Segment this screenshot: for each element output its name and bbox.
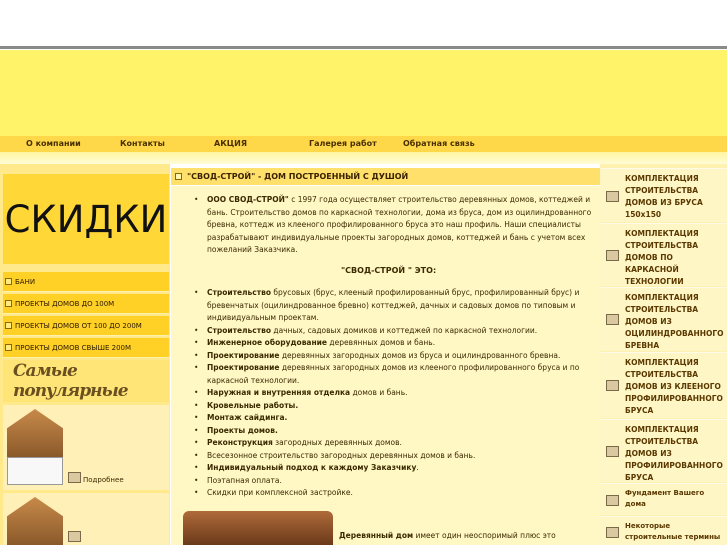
sidebar-item-beam-150[interactable]: КОМПЛЕКТАЦИЯ СТРОИТЕЛЬСТВА ДОМОВ ИЗ БРУС… (600, 168, 727, 222)
header-divider (0, 46, 727, 49)
list-item: Строительство брусовых (брус, клееный пр… (194, 287, 597, 325)
list-item: Скидки при комплексной застройке. (194, 487, 597, 500)
list-item: Проектирование деревянных загородных дом… (194, 362, 597, 387)
document-icon[interactable] (68, 472, 81, 483)
document-icon (606, 495, 619, 506)
nav-stripe (0, 152, 727, 164)
bottom-paragraph: Деревянный дом имеет один неоспоримый пл… (339, 531, 556, 540)
document-icon (606, 380, 619, 391)
list-item: Строительство дачных, садовых домиков и … (194, 325, 597, 338)
document-icon (606, 191, 619, 202)
sidebar-item-label: ПРОЕКТЫ ДОМОВ ДО 100М (15, 299, 115, 308)
list-item: Индивидуальный подход к каждому Заказчик… (194, 462, 597, 475)
main-content: • ООО СВОД-СТРОЙ" с 1997 года осуществля… (171, 186, 600, 545)
sidebar-item-log[interactable]: КОМПЛЕКТАЦИЯ СТРОИТЕЛЬСТВА ДОМОВ ИЗ ОЦИЛ… (600, 287, 727, 351)
nav-contacts[interactable]: Контакты (120, 139, 165, 148)
sidebar-item-label: БАНИ (15, 277, 36, 286)
list-item: Наружная и внутренняя отделка домов и ба… (194, 387, 597, 400)
project-card (3, 493, 169, 545)
document-icon (606, 446, 619, 457)
house-photo (183, 511, 333, 545)
house-image[interactable] (7, 409, 63, 457)
list-item: Монтаж сайдинга. (194, 412, 597, 425)
document-icon (606, 314, 619, 325)
section-subheading: "СВОД-СТРОЙ " ЭТО: (341, 266, 437, 275)
list-item: Проектирование деревянных загородных дом… (194, 350, 597, 363)
nav-promo[interactable]: АКЦИЯ (214, 139, 247, 148)
sidebar-item-terms[interactable]: Некоторые строительные термины (600, 516, 727, 545)
list-item: Проекты домов. (194, 425, 597, 438)
sidebar-item-baths[interactable]: БАНИ (3, 272, 169, 292)
services-list: Строительство брусовых (брус, клееный пр… (194, 287, 597, 500)
page-title: "СВОД-СТРОЙ" - ДОМ ПОСТРОЕННЫЙ С ДУШОЙ (187, 172, 409, 181)
document-icon (606, 527, 619, 538)
bullet-icon (5, 300, 12, 307)
document-icon (606, 250, 619, 261)
header-banner (0, 50, 727, 136)
nav-feedback[interactable]: Обратная связь (403, 139, 475, 148)
list-item: Всесезонное строительство загородных дер… (194, 450, 597, 463)
sidebar-item-projects-200[interactable]: ПРОЕКТЫ ДОМОВ СВЫШЕ 200М (3, 338, 169, 358)
nav-about[interactable]: О компании (26, 139, 81, 148)
sidebar-item-glued-beam[interactable]: КОМПЛЕКТАЦИЯ СТРОИТЕЛЬСТВА ДОМОВ ИЗ КЛЕЕ… (600, 352, 727, 418)
bullet-icon (5, 344, 12, 351)
top-nav: О компании Контакты АКЦИЯ Галерея работ … (0, 136, 727, 152)
sidebar-item-frame[interactable]: КОМПЛЕКТАЦИЯ СТРОИТЕЛЬСТВА ДОМОВ ПО КАРК… (600, 223, 727, 286)
nav-gallery[interactable]: Галерея работ (309, 139, 377, 148)
list-item: Реконструкция загородных деревянных домо… (194, 437, 597, 450)
document-icon[interactable] (68, 531, 81, 542)
bullet-icon (175, 173, 182, 180)
project-card: Подробнее (3, 405, 169, 490)
list-item: Кровельные работы. (194, 400, 597, 413)
intro-paragraph: • ООО СВОД-СТРОЙ" с 1997 года осуществля… (194, 195, 592, 254)
sidebar-item-projects-100-200[interactable]: ПРОЕКТЫ ДОМОВ ОТ 100 ДО 200М (3, 316, 169, 336)
floor-plan-image[interactable] (7, 457, 63, 485)
sidebar-item-projects-100[interactable]: ПРОЕКТЫ ДОМОВ ДО 100М (3, 294, 169, 314)
discounts-banner[interactable]: СКИДКИ (3, 174, 169, 264)
popular-heading: Самые популярные (3, 360, 169, 402)
bullet-icon (5, 322, 12, 329)
main-heading-bar: "СВОД-СТРОЙ" - ДОМ ПОСТРОЕННЫЙ С ДУШОЙ (171, 168, 600, 185)
right-sidebar: КОМПЛЕКТАЦИЯ СТРОИТЕЛЬСТВА ДОМОВ ИЗ БРУС… (600, 164, 727, 545)
sidebar-item-label: ПРОЕКТЫ ДОМОВ СВЫШЕ 200М (15, 343, 132, 352)
sidebar-item-profiled-beam[interactable]: КОМПЛЕКТАЦИЯ СТРОИТЕЛЬСТВА ДОМОВ ИЗ ПРОФ… (600, 419, 727, 482)
sidebar-item-foundation[interactable]: Фундамент Вашего дома (600, 483, 727, 515)
bullet-icon (5, 278, 12, 285)
list-item: Инженерное оборудование деревянных домов… (194, 337, 597, 350)
house-image[interactable] (7, 497, 63, 545)
company-name: ООО СВОД-СТРОЙ" (207, 195, 289, 204)
sidebar-item-label: ПРОЕКТЫ ДОМОВ ОТ 100 ДО 200М (15, 321, 142, 330)
more-link[interactable]: Подробнее (83, 476, 124, 484)
list-item: Поэтапная оплата. (194, 475, 597, 488)
